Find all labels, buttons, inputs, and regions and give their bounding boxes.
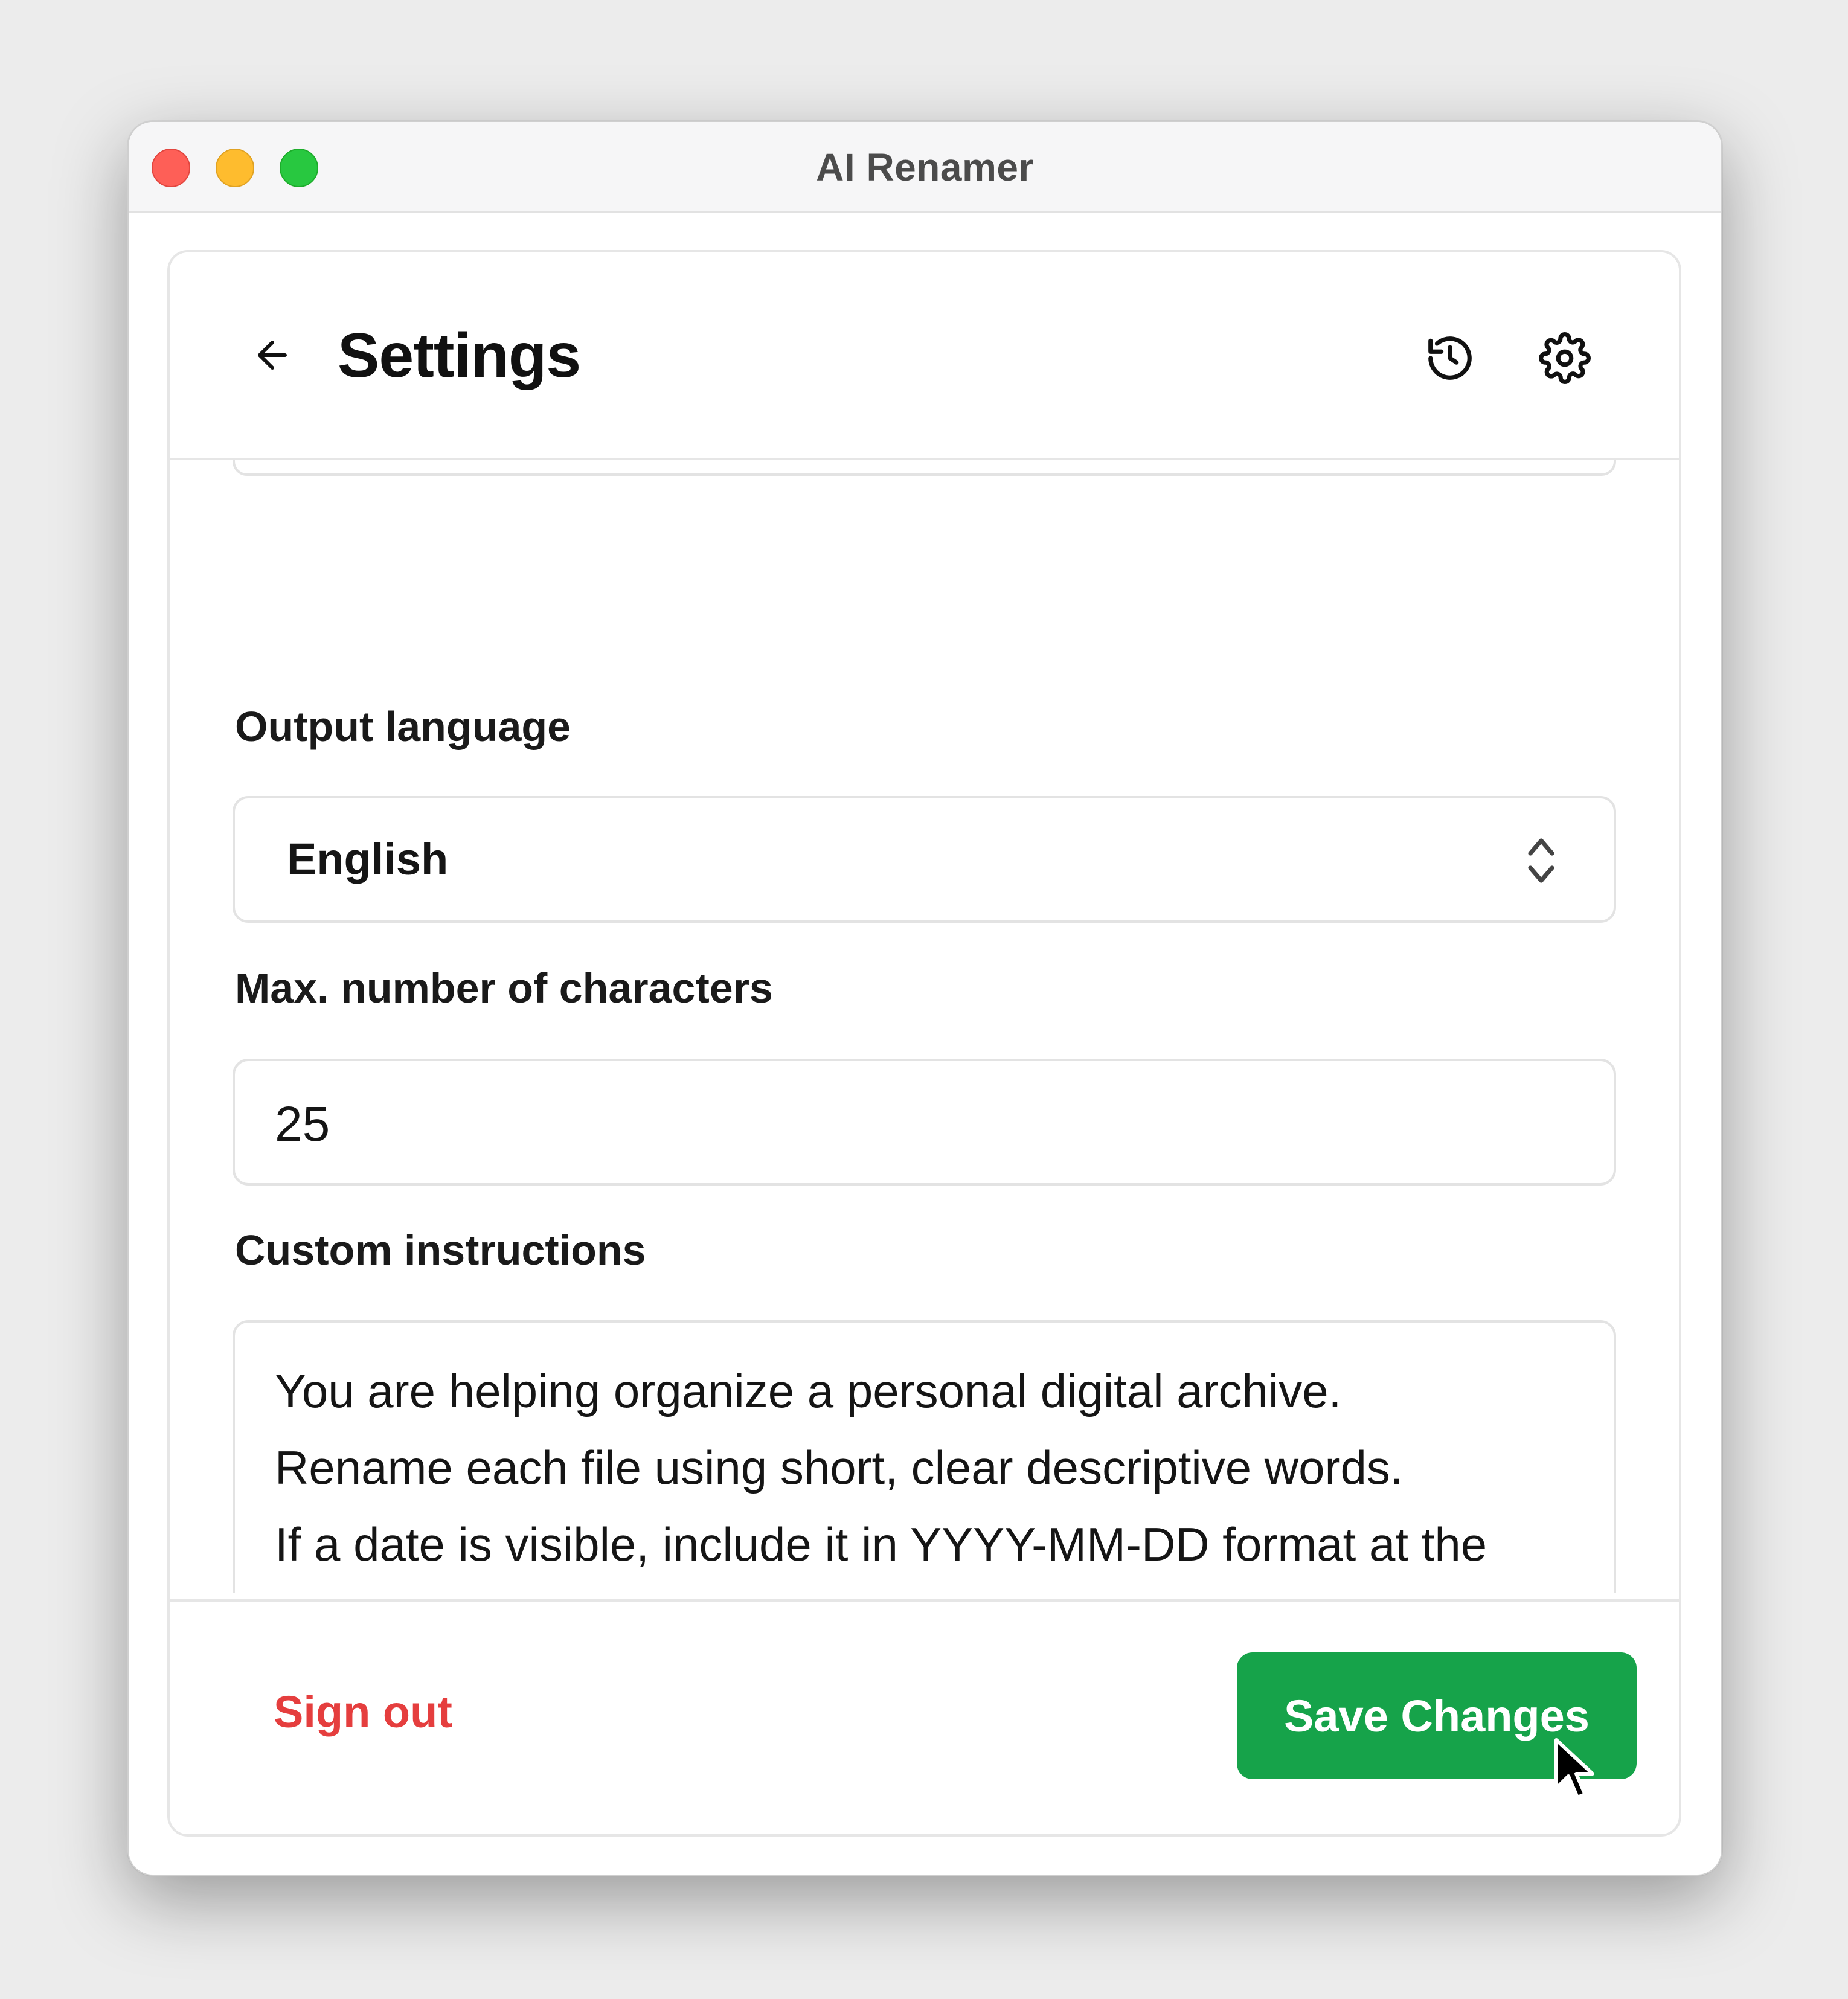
- page-title: Settings: [338, 321, 581, 391]
- settings-footer: Sign out Save Changes: [170, 1599, 1679, 1834]
- mouse-cursor-icon: [1554, 1738, 1594, 1799]
- settings-button[interactable]: [1532, 325, 1598, 391]
- back-button[interactable]: [242, 325, 303, 385]
- custom-instructions-value: You are helping organize a personal digi…: [275, 1364, 1487, 1571]
- gear-icon: [1539, 332, 1591, 384]
- output-language-value: English: [287, 834, 449, 884]
- history-icon: [1428, 336, 1472, 380]
- settings-form[interactable]: Output language English Max. number of c…: [170, 458, 1679, 1593]
- title-bar: AI Renamer: [129, 122, 1721, 213]
- max-characters-label: Max. number of characters: [235, 964, 773, 1012]
- history-button[interactable]: [1417, 325, 1483, 391]
- output-language-label: Output language: [235, 703, 571, 750]
- max-characters-input[interactable]: 25: [233, 1059, 1616, 1186]
- settings-card: Settings Output language English Max. nu…: [167, 250, 1681, 1837]
- custom-instructions-textarea[interactable]: You are helping organize a personal digi…: [233, 1320, 1616, 1593]
- arrow-left-icon: [258, 341, 287, 370]
- app-window: AI Renamer Settings Output language Engl…: [127, 121, 1722, 1876]
- sign-out-button[interactable]: Sign out: [274, 1686, 452, 1737]
- window-title: AI Renamer: [816, 146, 1034, 189]
- output-language-select[interactable]: English: [233, 796, 1616, 923]
- previous-field-edge: [233, 458, 1616, 476]
- settings-header: Settings: [170, 252, 1679, 460]
- max-characters-value: 25: [275, 1097, 330, 1152]
- chevron-up-down-icon: [1528, 838, 1554, 883]
- custom-instructions-label: Custom instructions: [235, 1227, 646, 1274]
